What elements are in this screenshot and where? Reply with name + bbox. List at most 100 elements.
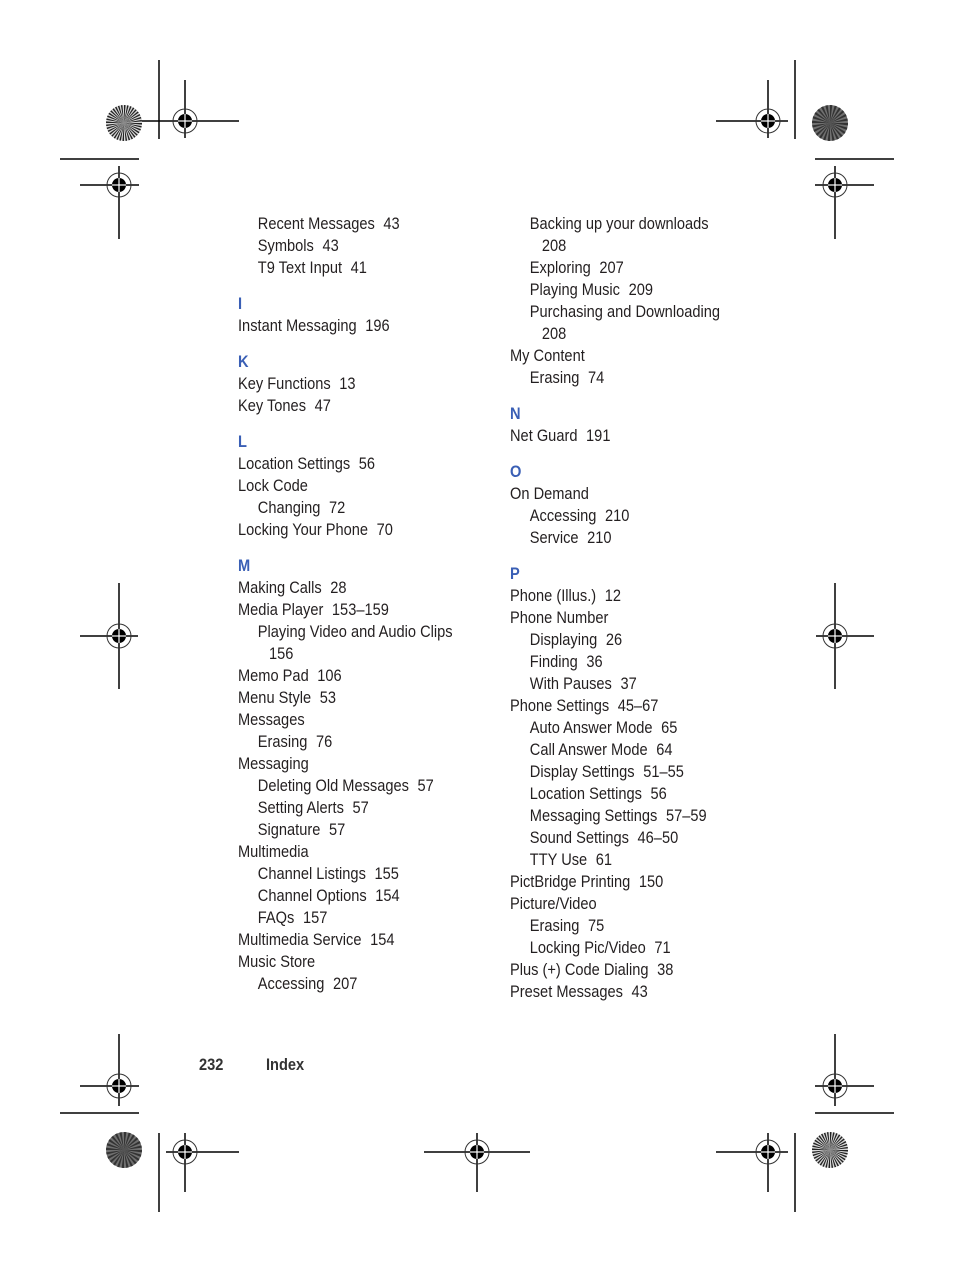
entry-page-reference: 207 xyxy=(333,974,358,993)
entry-page-reference: 26 xyxy=(605,630,623,649)
entry-page-reference: 157 xyxy=(302,908,328,927)
index-entry: Messaging xyxy=(238,753,453,775)
entry-term: Call Answer Mode xyxy=(529,740,648,759)
index-letter-heading: P xyxy=(510,564,520,583)
entry-page-reference: 209 xyxy=(628,280,653,299)
index-subentry: Accessing 210 xyxy=(510,505,725,527)
entry-term: Key Functions xyxy=(238,374,331,393)
index-subentry: Display Settings 51–55 xyxy=(510,761,725,783)
index-subentry: Recent Messages 43 xyxy=(238,213,453,235)
index-subentry: Messaging Settings 57–59 xyxy=(510,805,725,827)
index-entry: Net Guard 191 xyxy=(510,425,725,447)
entry-page-reference: 155 xyxy=(374,864,399,883)
entry-page-reference: 13 xyxy=(339,374,356,393)
index-subentry: 208 xyxy=(510,323,725,345)
entry-term: Channel Options xyxy=(257,886,367,905)
entry-page-reference: 43 xyxy=(383,214,400,233)
index-subentry: Signature 57 xyxy=(238,819,453,841)
entry-term: Picture/Video xyxy=(510,894,597,913)
entry-term: Erasing xyxy=(529,368,580,387)
entry-page-reference: 41 xyxy=(350,258,367,277)
entry-page-reference: 53 xyxy=(319,688,337,707)
entry-term: Exploring xyxy=(529,258,591,277)
index-entry: My Content xyxy=(510,345,725,367)
entry-page-reference: 64 xyxy=(656,740,673,759)
index-subentry: FAQs 157 xyxy=(238,907,453,929)
index-entry: Making Calls 28 xyxy=(238,577,453,599)
index-entry: Media Player 153–159 xyxy=(238,599,453,621)
index-letter-heading: K xyxy=(238,352,249,371)
entry-page-reference: 74 xyxy=(587,368,605,387)
entry-term: Multimedia xyxy=(238,842,309,861)
entry-term: Channel Listings xyxy=(257,864,366,883)
index-column-left: Recent Messages 43 Symbols 43 T9 Text Input 4… xyxy=(238,213,488,995)
starburst-icon xyxy=(812,1132,848,1168)
index-entry: Phone Number xyxy=(510,607,725,629)
entry-page-reference: 12 xyxy=(604,586,622,605)
entry-page-reference: 196 xyxy=(365,316,390,335)
entry-page-reference: 43 xyxy=(322,236,339,255)
entry-term: Erasing xyxy=(257,732,308,751)
index-entry: Phone (Illus.) 12 xyxy=(510,585,725,607)
index-entry: Memo Pad 106 xyxy=(238,665,453,687)
entry-page-reference: 37 xyxy=(620,674,637,693)
entry-page-reference: 207 xyxy=(599,258,624,277)
entry-page-reference: 208 xyxy=(541,236,567,255)
starburst-icon xyxy=(812,105,848,141)
index-subentry: Symbols 43 xyxy=(238,235,453,257)
entry-page-reference: 38 xyxy=(657,960,674,979)
entry-term: TTY Use xyxy=(529,850,588,869)
entry-term: Location Settings xyxy=(238,454,351,473)
index-subentry: 208 xyxy=(510,235,725,257)
index-subentry: Accessing 207 xyxy=(238,973,453,995)
index-entry: Preset Messages 43 xyxy=(510,981,725,1003)
entry-page-reference: 106 xyxy=(317,666,342,685)
entry-term: Accessing xyxy=(257,974,325,993)
entry-page-reference: 71 xyxy=(654,938,671,957)
index-subentry: Exploring 207 xyxy=(510,257,725,279)
index-subentry: Locking Pic/Video 71 xyxy=(510,937,725,959)
index-letter-heading: N xyxy=(510,404,521,423)
entry-term: Erasing xyxy=(529,916,580,935)
index-subentry: Backing up your downloads xyxy=(510,213,725,235)
index-subentry: Call Answer Mode 64 xyxy=(510,739,725,761)
index-subentry: Erasing 76 xyxy=(238,731,453,753)
entry-term: Preset Messages xyxy=(510,982,623,1001)
index-subentry: Service 210 xyxy=(510,527,725,549)
index-subentry: Displaying 26 xyxy=(510,629,725,651)
entry-term: Phone Number xyxy=(510,608,609,627)
index-subentry: Erasing 75 xyxy=(510,915,725,937)
index-subentry: Changing 72 xyxy=(238,497,453,519)
index-subentry: T9 Text Input 41 xyxy=(238,257,453,279)
index-entry: Picture/Video xyxy=(510,893,725,915)
entry-page-reference: 210 xyxy=(587,528,612,547)
index-entry: Phone Settings 45–67 xyxy=(510,695,725,717)
entry-page-reference: 56 xyxy=(358,454,376,473)
entry-term: Sound Settings xyxy=(529,828,629,847)
index-entry: Locking Your Phone 70 xyxy=(238,519,453,541)
entry-term: Making Calls xyxy=(238,578,322,597)
index-letter-heading: O xyxy=(510,462,522,481)
entry-term: Display Settings xyxy=(529,762,635,781)
entry-term: Phone Settings xyxy=(510,696,610,715)
index-entry: Lock Code xyxy=(238,475,453,497)
index-entry: Multimedia xyxy=(238,841,453,863)
entry-term: Accessing xyxy=(529,506,597,525)
entry-term: With Pauses xyxy=(529,674,612,693)
entry-page-reference: 57–59 xyxy=(665,806,707,825)
entry-page-reference: 70 xyxy=(376,520,393,539)
starburst-icon xyxy=(106,105,142,141)
entry-term: PictBridge Printing xyxy=(510,872,631,891)
index-subentry: Finding 36 xyxy=(510,651,725,673)
entry-page-reference: 57 xyxy=(328,820,346,839)
index-entry: Key Functions 13 xyxy=(238,373,453,395)
index-letter-heading: M xyxy=(238,556,251,575)
index-entry: Multimedia Service 154 xyxy=(238,929,453,951)
index-letter-heading: L xyxy=(238,432,247,451)
entry-page-reference: 65 xyxy=(661,718,678,737)
entry-page-reference: 36 xyxy=(586,652,603,671)
index-subentry: Auto Answer Mode 65 xyxy=(510,717,725,739)
index-subentry: Channel Listings 155 xyxy=(238,863,453,885)
index-entry: Key Tones 47 xyxy=(238,395,453,417)
section-title: Index xyxy=(266,1055,305,1074)
